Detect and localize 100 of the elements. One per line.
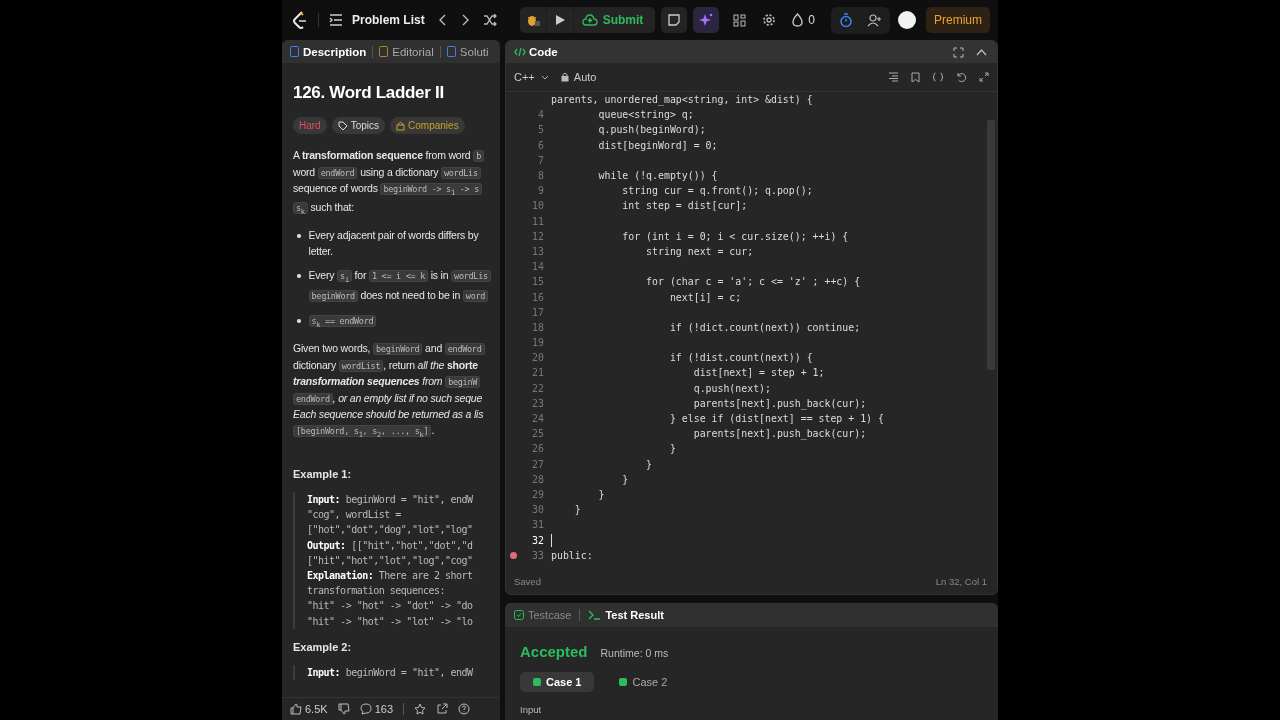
streak-counter[interactable]: 0 xyxy=(792,13,815,27)
verdict: Accepted xyxy=(520,643,588,660)
line-number: 19 xyxy=(532,337,544,349)
code-line: for (char c = 'a'; c <= 'z' ; ++c) { xyxy=(645,276,861,288)
code-line: public: xyxy=(551,549,593,561)
description-line: endWord , or an empty list if no such seque xyxy=(293,390,485,408)
code-line: q.push(beginWord); xyxy=(597,124,706,136)
line-number: 14 xyxy=(532,261,544,273)
line-number: 30 xyxy=(532,504,544,516)
reset-icon[interactable] xyxy=(956,71,967,83)
description-line: transformation sequences from beginW xyxy=(293,374,485,391)
code-line: dist[beginWord] = 0; xyxy=(597,139,718,151)
difficulty-tag: Hard xyxy=(293,117,327,134)
tab-icon xyxy=(379,46,389,57)
case-tab[interactable]: Case 2 xyxy=(606,672,681,692)
tab-icon xyxy=(446,46,456,57)
layout-icon[interactable] xyxy=(733,13,747,27)
bullet-icon xyxy=(297,274,301,278)
language-dropdown[interactable]: C++ xyxy=(514,71,549,83)
comments-button[interactable]: 163 xyxy=(359,703,393,715)
collapse-icon[interactable] xyxy=(976,48,987,56)
line-number: 12 xyxy=(532,230,544,242)
example-line: ["hot","dot","dog","lot","log" xyxy=(307,523,474,538)
description-line: word endWord using a dictionary wordLis xyxy=(293,164,484,181)
run-button[interactable] xyxy=(546,7,573,33)
code-line: parents[next].push_back(cur); xyxy=(692,397,867,409)
line-number: 15 xyxy=(532,276,544,288)
example-line: "hit" -> "hot" -> "lot" -> "lo xyxy=(307,614,474,629)
previous-icon[interactable] xyxy=(438,14,447,26)
shuffle-icon[interactable] xyxy=(482,14,497,26)
panel-tab[interactable]: Soluti xyxy=(446,45,489,58)
dislike-icon[interactable] xyxy=(337,703,350,715)
description-line: [beginWord, s$_{1}$, s$_{2}$, ..., s$_{k}$] . xyxy=(293,422,485,442)
like-button[interactable]: 6.5K xyxy=(290,703,328,715)
timer-icon[interactable] xyxy=(839,12,853,28)
breakpoint-icon[interactable] xyxy=(509,551,517,559)
line-number: 10 xyxy=(532,200,544,212)
mode-label[interactable]: Auto xyxy=(560,71,597,83)
add-user-icon[interactable] xyxy=(867,13,882,27)
code-line: if (!dist.count(next)) { xyxy=(668,352,813,364)
example-line: "cog", wordList = xyxy=(307,508,402,523)
companies-tag[interactable]: Companies xyxy=(390,117,465,134)
panel-tab[interactable]: Description xyxy=(290,45,367,58)
runtime: Runtime: 0 ms xyxy=(600,647,669,659)
line-number: 7 xyxy=(538,154,544,166)
sparkle-button[interactable] xyxy=(693,7,720,33)
description-line: beginWord does not need to be in word xyxy=(308,287,491,305)
line-number: 32 xyxy=(532,534,544,546)
help-icon[interactable] xyxy=(458,703,470,715)
avatar[interactable] xyxy=(898,11,916,29)
thumbs-up-icon xyxy=(290,703,302,715)
debug-button[interactable] xyxy=(519,7,546,33)
result-tab[interactable]: Testcase xyxy=(514,609,572,621)
checkbox-icon xyxy=(514,610,524,620)
code-icon xyxy=(514,47,526,57)
line-number: 25 xyxy=(532,428,544,440)
submit-button[interactable]: Submit xyxy=(573,7,656,33)
line-number: 22 xyxy=(532,382,544,394)
line-number: 18 xyxy=(532,321,544,333)
share-icon[interactable] xyxy=(436,703,448,715)
logo-icon[interactable] xyxy=(292,11,308,29)
example-line: "hit" -> "hot" -> "dot" -> "do xyxy=(307,599,474,614)
braces-icon[interactable] xyxy=(932,72,944,82)
caret-icon xyxy=(540,74,549,80)
list-icon xyxy=(329,14,343,26)
bullet-icon xyxy=(297,319,301,323)
case-tab[interactable]: Case 1 xyxy=(520,672,595,692)
code-line: dist[next] = step + 1; xyxy=(692,367,825,379)
check-icon xyxy=(619,678,628,686)
note-icon xyxy=(668,14,681,26)
line-number: 28 xyxy=(532,473,544,485)
topics-tag[interactable]: Topics xyxy=(331,117,386,134)
bookmark-icon[interactable] xyxy=(911,71,920,83)
line-number: 16 xyxy=(532,291,544,303)
star-icon[interactable] xyxy=(414,703,426,715)
description-line: Every adjacent pair of words differs by xyxy=(308,228,479,244)
cursor-position: Ln 32, Col 1 xyxy=(935,575,987,587)
code-panel-title: Code xyxy=(514,46,558,58)
settings-icon[interactable] xyxy=(762,13,777,27)
code-line: } xyxy=(597,488,605,500)
next-icon[interactable] xyxy=(460,14,469,26)
expand-icon[interactable] xyxy=(979,72,989,82)
example-title: Example 2: xyxy=(293,640,353,653)
lock-icon xyxy=(396,120,406,131)
input-label: Input xyxy=(520,704,543,715)
line-number: 24 xyxy=(532,413,544,425)
panel-tab[interactable]: Editorial xyxy=(379,45,434,58)
result-tab[interactable]: Test Result xyxy=(588,609,664,621)
format-icon[interactable] xyxy=(888,72,899,82)
example-line: ["hit","hot","lot","log","cog" xyxy=(307,553,474,568)
bullet-icon xyxy=(297,234,301,238)
example-title: Example 1: xyxy=(293,467,353,480)
code-line: parents[next].push_back(cur); xyxy=(692,428,867,440)
premium-button[interactable]: Premium xyxy=(926,7,990,33)
tag-icon xyxy=(337,120,348,131)
description-line: sequence of words beginWord -> s$_{1}$ -> s xyxy=(293,181,484,201)
problem-list-button[interactable]: Problem List xyxy=(329,13,425,27)
note-button[interactable] xyxy=(661,7,688,33)
example-line: transformation sequences: xyxy=(307,584,446,599)
fullscreen-icon[interactable] xyxy=(953,46,964,58)
